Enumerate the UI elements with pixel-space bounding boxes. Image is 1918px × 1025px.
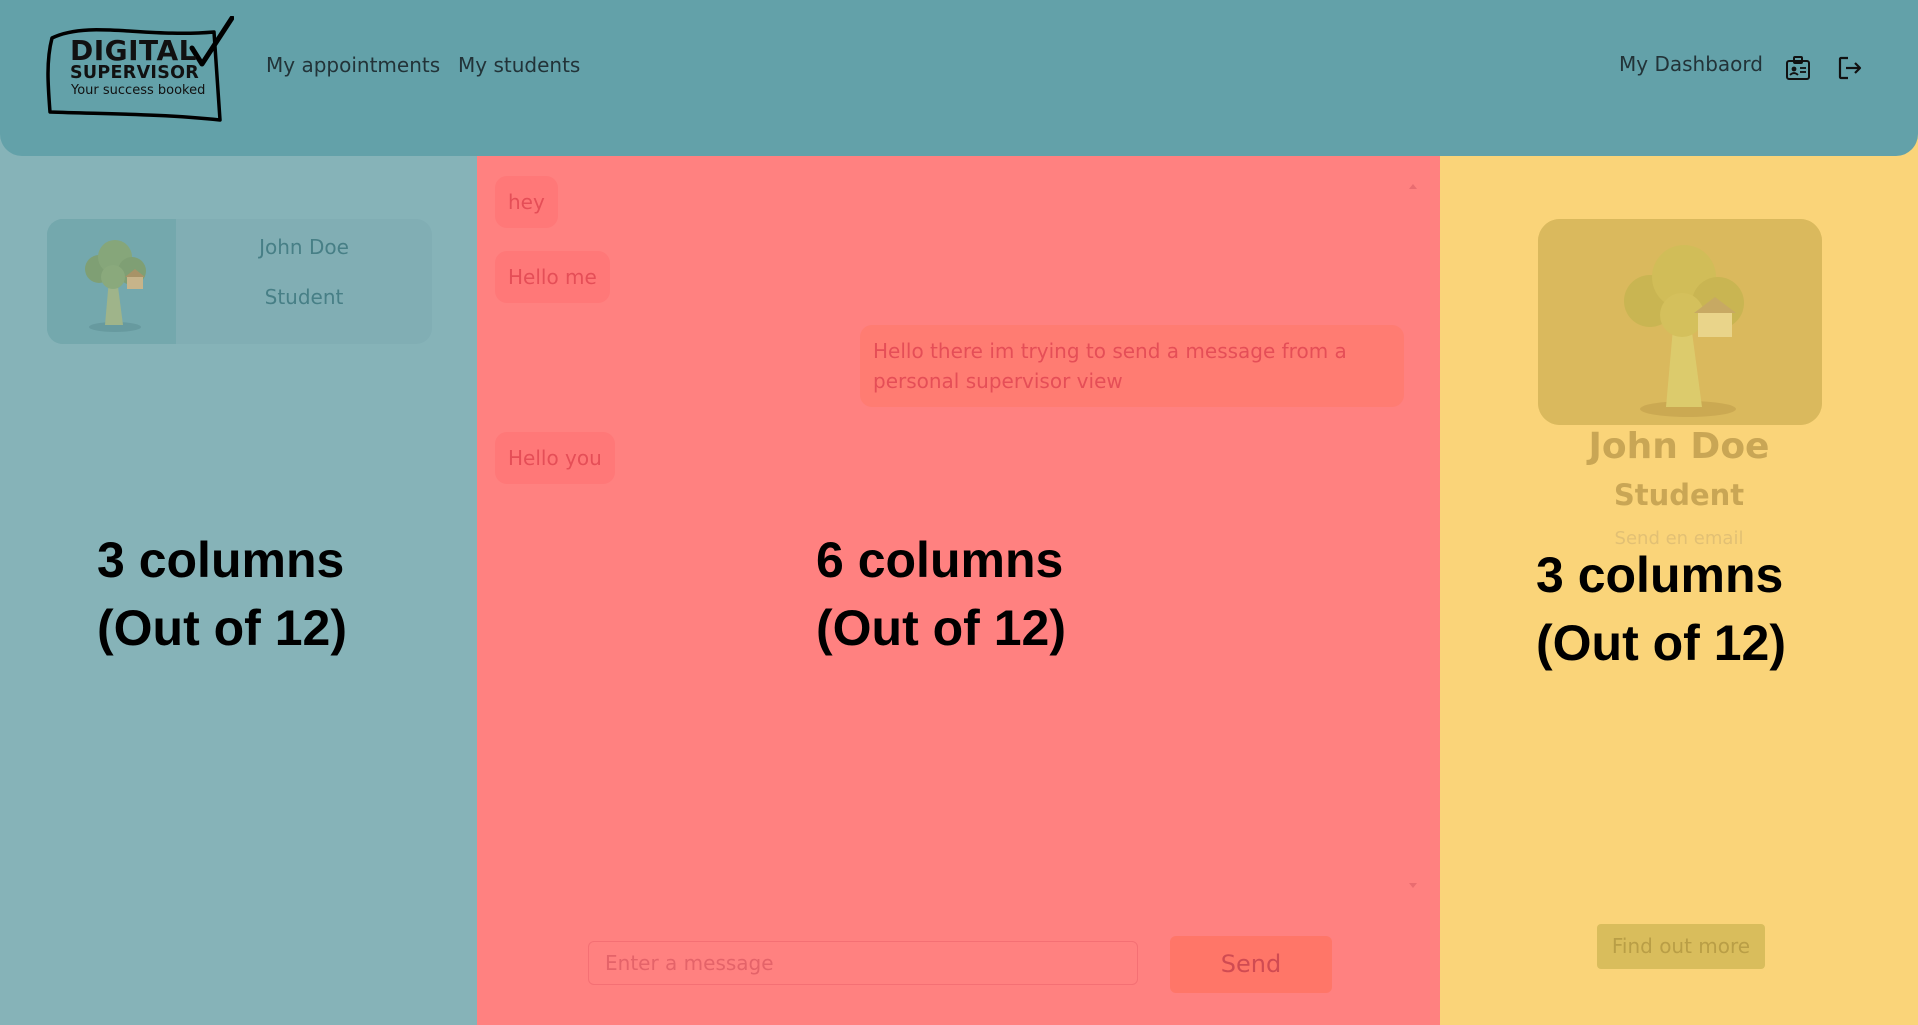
profile-avatar — [1538, 219, 1822, 425]
column-width-label: 6 columns (Out of 12) — [816, 532, 1066, 656]
digital-supervisor-logo[interactable]: DIGITAL SUPERVISOR Your success booked — [44, 16, 234, 122]
chat-message-outgoing: Hello there im trying to send a message … — [860, 325, 1404, 407]
chat-column: hey Hello me Hello there im trying to se… — [477, 126, 1440, 1025]
scroll-up-arrow[interactable] — [1409, 184, 1417, 189]
profile-name: John Doe — [1588, 426, 1770, 467]
broccoli-treehouse-photo — [1538, 219, 1822, 425]
chat-message-incoming: Hello me — [495, 251, 610, 303]
nav-link-my-students[interactable]: My students — [458, 55, 580, 75]
user-card[interactable]: John Doe Student — [47, 219, 432, 344]
user-avatar — [47, 219, 176, 344]
nav-link-my-dashboard[interactable]: My Dashbaord — [1619, 54, 1763, 74]
broccoli-treehouse-photo — [47, 219, 176, 344]
message-input[interactable]: Enter a message — [588, 941, 1138, 985]
user-card-role: Student — [264, 285, 344, 309]
user-card-name: John Doe — [259, 235, 349, 259]
right-column: John Doe Student Send en email 3 columns… — [1440, 126, 1918, 1025]
left-column: John Doe Student 3 columns (Out of 12) — [0, 126, 477, 1025]
nav-link-my-appointments[interactable]: My appointments — [266, 55, 440, 75]
profile-role: Student — [1613, 478, 1745, 512]
logo-title: DIGITAL — [70, 34, 197, 67]
column-width-label: 3 columns (Out of 12) — [1536, 547, 1786, 671]
logout-icon[interactable] — [1836, 54, 1864, 82]
id-badge-icon[interactable] — [1784, 54, 1812, 82]
logo-subtitle: SUPERVISOR — [70, 63, 200, 83]
column-width-label: 3 columns (Out of 12) — [97, 532, 347, 656]
navbar: DIGITAL SUPERVISOR Your success booked M… — [0, 0, 1918, 156]
chat-message-incoming: Hello you — [495, 432, 615, 484]
find-out-more-button[interactable]: Find out more — [1597, 924, 1765, 969]
logo-tagline: Your success booked — [71, 83, 206, 98]
chat-message-incoming: hey — [495, 176, 558, 228]
scroll-down-arrow[interactable] — [1409, 883, 1417, 888]
send-button[interactable]: Send — [1170, 936, 1332, 993]
